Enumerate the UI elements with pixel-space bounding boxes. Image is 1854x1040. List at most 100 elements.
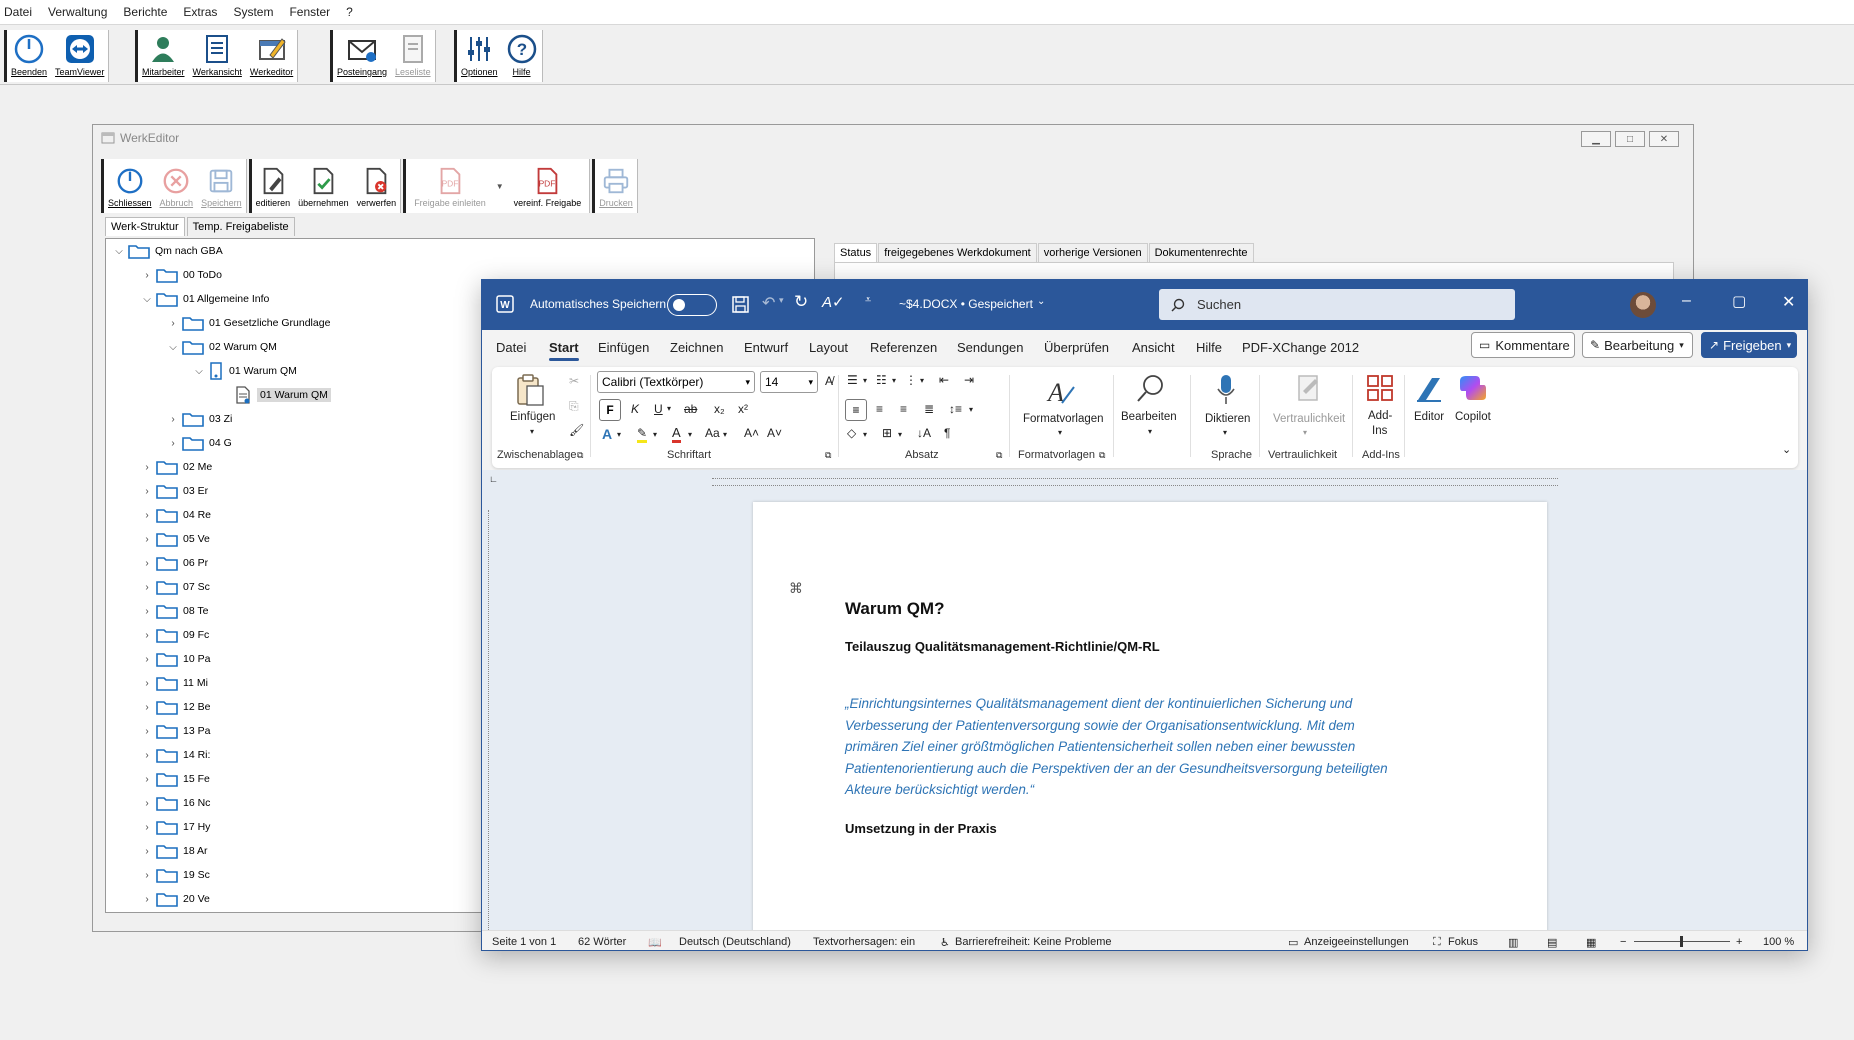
- menu-datei[interactable]: Datei: [4, 5, 32, 19]
- leseliste-button[interactable]: Leseliste: [391, 30, 435, 82]
- grow-font-icon[interactable]: A˄: [744, 426, 759, 440]
- tree-node-top-level[interactable]: › 20 Ve: [142, 889, 210, 909]
- werkansicht-button[interactable]: Werkansicht: [189, 30, 246, 82]
- tree-node-top-level[interactable]: › 05 Ve: [142, 529, 210, 549]
- expand-chevron-icon[interactable]: ›: [142, 702, 152, 713]
- sensitivity-icon[interactable]: [1293, 373, 1323, 403]
- underline-button[interactable]: U: [654, 402, 663, 416]
- expand-chevron-icon[interactable]: ›: [142, 534, 152, 545]
- tree-node-top-level[interactable]: › 12 Be: [142, 697, 210, 717]
- tree-node-01-03[interactable]: › 03 Zi: [168, 409, 232, 429]
- mitarbeiter-button[interactable]: Mitarbeiter: [138, 30, 189, 82]
- decrease-indent-icon[interactable]: ⇤: [939, 373, 949, 387]
- font-name-select[interactable]: Calibri (Textkörper) ▾: [597, 371, 755, 393]
- expand-chevron-icon[interactable]: ›: [142, 558, 152, 569]
- zoom-slider-thumb[interactable]: [1680, 936, 1683, 947]
- numbering-icon[interactable]: ☷: [876, 373, 887, 387]
- close-button[interactable]: ✕: [1649, 131, 1679, 147]
- expand-chevron-icon[interactable]: ›: [142, 846, 152, 857]
- expand-chevron-icon[interactable]: ›: [142, 750, 152, 761]
- teamviewer-button[interactable]: TeamViewer: [51, 30, 108, 82]
- italic-button[interactable]: K: [631, 402, 639, 416]
- tab-start[interactable]: Start: [549, 340, 579, 361]
- save-icon[interactable]: [732, 296, 749, 313]
- menu-fenster[interactable]: Fenster: [289, 5, 330, 19]
- verwerfen-button[interactable]: verwerfen: [353, 159, 401, 213]
- focus-icon[interactable]: ⛶: [1433, 936, 1441, 949]
- expand-chevron-icon[interactable]: ›: [142, 486, 152, 497]
- undo-icon[interactable]: ↶: [762, 293, 775, 313]
- expand-chevron-icon[interactable]: ›: [142, 798, 152, 809]
- zoom-out-icon[interactable]: −: [1620, 936, 1626, 948]
- microphone-icon[interactable]: [1214, 373, 1238, 407]
- superscript-button[interactable]: x²: [738, 402, 748, 416]
- status-words[interactable]: 62 Wörter: [578, 936, 626, 948]
- increase-indent-icon[interactable]: ⇥: [964, 373, 974, 387]
- tab-selector-icon[interactable]: ∟: [489, 474, 498, 484]
- beenden-button[interactable]: Beenden: [7, 30, 51, 82]
- dialog-launcher-icon[interactable]: ⧉: [1099, 450, 1105, 461]
- status-predictions[interactable]: Textvorhersagen: ein: [813, 936, 915, 948]
- tab-einfuegen[interactable]: Einfügen: [598, 340, 649, 355]
- font-size-select[interactable]: 14 ▾: [760, 371, 818, 393]
- tree-node-top-level[interactable]: › 15 Fe: [142, 769, 210, 789]
- drucken-button[interactable]: Drucken: [595, 159, 637, 213]
- tree-node-01-01[interactable]: › 01 Gesetzliche Grundlage: [168, 313, 330, 333]
- share-button[interactable]: ↗ Freigeben ▾: [1701, 332, 1797, 358]
- shading-icon[interactable]: ◇: [847, 426, 856, 440]
- uebernehmen-button[interactable]: übernehmen: [294, 159, 353, 213]
- addins-icon[interactable]: [1366, 374, 1394, 402]
- dialog-launcher-icon[interactable]: ⧉: [996, 450, 1002, 461]
- werkeditor-button[interactable]: Werkeditor: [246, 30, 297, 82]
- tree-node-top-level[interactable]: › 03 Er: [142, 481, 208, 501]
- expand-chevron-icon[interactable]: ›: [142, 870, 152, 881]
- multilevel-list-dropdown-icon[interactable]: ▾: [920, 376, 924, 385]
- text-effects-dropdown-icon[interactable]: ▾: [617, 430, 621, 439]
- autosave-toggle[interactable]: [667, 294, 717, 316]
- tree-node-top-level[interactable]: › 09 Fc: [142, 625, 209, 645]
- paste-label[interactable]: Einfügen: [510, 411, 555, 423]
- dictate-chevron-down-icon[interactable]: ▾: [1223, 428, 1227, 437]
- tab-referenzen[interactable]: Referenzen: [870, 340, 937, 355]
- font-color-icon[interactable]: A: [672, 425, 681, 443]
- web-layout-icon[interactable]: ▦: [1586, 936, 1596, 949]
- menu-berichte[interactable]: Berichte: [123, 5, 167, 19]
- borders-dropdown-icon[interactable]: ▾: [898, 430, 902, 439]
- user-avatar[interactable]: [1630, 292, 1656, 318]
- comments-button[interactable]: ▭ Kommentare: [1471, 332, 1575, 358]
- expand-chevron-icon[interactable]: ›: [142, 774, 152, 785]
- expand-chevron-icon[interactable]: ›: [142, 606, 152, 617]
- tree-node-00[interactable]: › 00 ToDo: [142, 265, 222, 285]
- editor-icon[interactable]: [1414, 374, 1444, 404]
- align-left-button[interactable]: ≡: [845, 399, 867, 421]
- bullets-dropdown-icon[interactable]: ▾: [863, 376, 867, 385]
- tab-zeichnen[interactable]: Zeichnen: [670, 340, 723, 355]
- sensitivity-chevron-down-icon[interactable]: ▾: [1303, 428, 1307, 437]
- tab-status[interactable]: Status: [834, 243, 878, 262]
- tab-hilfe[interactable]: Hilfe: [1196, 340, 1222, 355]
- change-case-button[interactable]: Aa: [705, 426, 720, 440]
- highlight-icon[interactable]: ✎: [637, 426, 648, 443]
- abbruch-button[interactable]: Abbruch: [156, 159, 198, 213]
- tree-node-top-level[interactable]: › 13 Pa: [142, 721, 210, 741]
- tree-node-01-02-01[interactable]: ⌵ 01 Warum QM: [194, 361, 297, 381]
- bold-button[interactable]: F: [599, 399, 621, 421]
- strikethrough-button[interactable]: ab: [684, 402, 697, 416]
- multilevel-list-icon[interactable]: ⋮: [905, 373, 917, 387]
- expand-chevron-icon[interactable]: ›: [142, 630, 152, 641]
- borders-icon[interactable]: ⊞: [882, 426, 892, 440]
- copilot-margin-icon[interactable]: ⌘: [789, 580, 803, 597]
- document-title[interactable]: ~$4.DOCX • Gespeichert: [899, 297, 1033, 311]
- freigabe-dropdown-arrow[interactable]: ▼: [494, 159, 506, 213]
- tab-temp-freigabeliste[interactable]: Temp. Freigabeliste: [186, 217, 295, 236]
- tree-node-01-02[interactable]: ⌵ 02 Warum QM: [168, 337, 277, 357]
- tab-sendungen[interactable]: Sendungen: [957, 340, 1024, 355]
- tree-node-top-level[interactable]: › 04 Re: [142, 505, 211, 525]
- tree-node-top-level[interactable]: › 16 Nc: [142, 793, 210, 813]
- collapse-chevron-icon[interactable]: ⌵: [194, 366, 204, 377]
- expand-chevron-icon[interactable]: ›: [142, 654, 152, 665]
- tree-node-top-level[interactable]: › 10 Pa: [142, 649, 210, 669]
- tab-ansicht[interactable]: Ansicht: [1132, 340, 1175, 355]
- undo-dropdown-icon[interactable]: ▾: [779, 295, 784, 306]
- customize-qat-icon[interactable]: ⩡: [865, 294, 871, 307]
